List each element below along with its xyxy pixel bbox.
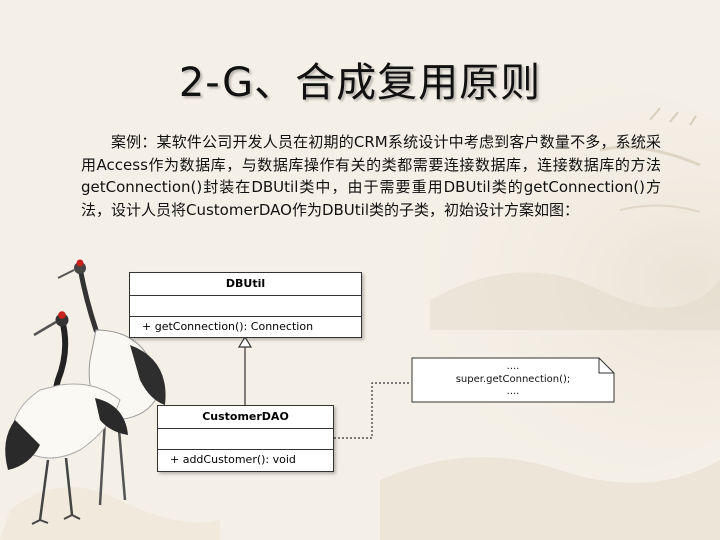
inheritance-arrowhead (237, 335, 253, 348)
note-line-1: .... (506, 361, 520, 372)
dbutil-operation: + getConnection(): Connection (142, 320, 314, 333)
note-connector-line (334, 382, 411, 439)
implementation-note: .... super.getConnection(); .... (411, 357, 615, 403)
note-line-3: .... (506, 386, 520, 397)
customerdao-attributes-section (158, 429, 333, 450)
note-line-2: super.getConnection(); (455, 374, 571, 385)
customerdao-class-name: CustomerDAO (158, 406, 333, 429)
diagram-connectors (237, 335, 411, 439)
customerdao-operation: + addCustomer(): void (170, 453, 296, 466)
dbutil-class-name: DBUtil (130, 273, 361, 296)
dbutil-class-box: DBUtil + getConnection(): Connection (129, 272, 362, 338)
dbutil-attributes-section (130, 296, 361, 317)
customerdao-class-box: CustomerDAO + addCustomer(): void (157, 405, 334, 472)
